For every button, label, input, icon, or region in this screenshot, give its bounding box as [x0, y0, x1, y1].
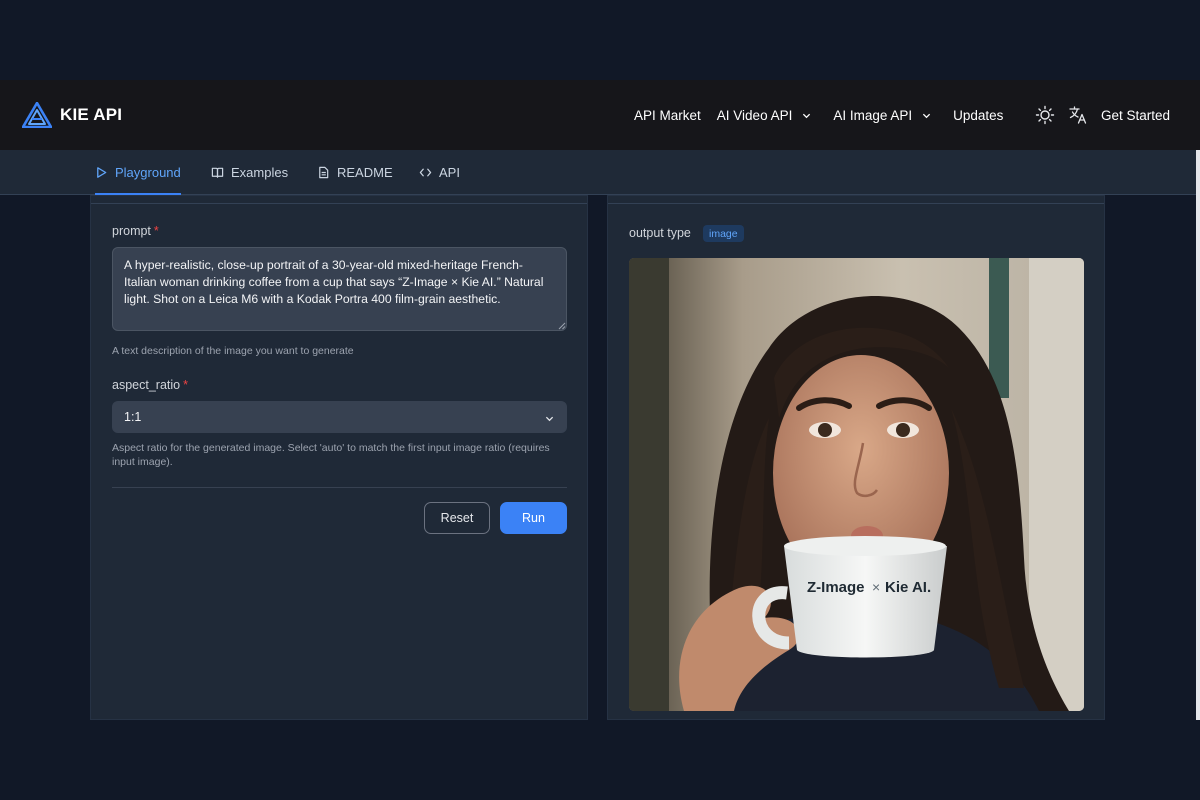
nav-link-ai-video-api[interactable]: AI Video API: [717, 108, 812, 123]
play-icon: [97, 167, 107, 178]
brand-name: KIE API: [60, 105, 123, 124]
tab-readme[interactable]: README: [317, 150, 393, 195]
aspect-ratio-select[interactable]: 1:1: [112, 401, 567, 433]
run-button[interactable]: Run: [500, 502, 567, 534]
nav-link-api-market[interactable]: API Market: [634, 108, 701, 123]
aspect-ratio-label-text: aspect_ratio: [112, 378, 181, 392]
top-navbar: KIE API API Market AI Video API AI Image…: [0, 80, 1200, 150]
file-icon: [319, 166, 329, 179]
playground-form-panel: prompt * A hyper-realistic, close-up port…: [90, 195, 588, 720]
tab-label: API: [439, 165, 460, 180]
chevron-down-icon: [923, 113, 931, 118]
nav-link-label: AI Video API: [716, 107, 793, 123]
nav-links: API Market AI Video API AI Image API Upd…: [634, 80, 1019, 150]
tab-examples[interactable]: Examples: [211, 150, 288, 195]
brand[interactable]: KIE API: [22, 80, 122, 150]
nav-link-updates[interactable]: Updates: [953, 108, 1003, 123]
tab-bar: Playground Examples README API: [0, 150, 1200, 195]
translate-icon[interactable]: [1068, 105, 1088, 125]
sun-icon[interactable]: [1035, 105, 1055, 125]
tab-label: README: [337, 165, 393, 180]
tab-label: Examples: [231, 165, 289, 180]
form-divider: [112, 487, 567, 488]
generated-image[interactable]: Z-Image × Kie AI.: [629, 258, 1084, 711]
code-icon: [419, 168, 432, 177]
required-mark: *: [153, 224, 159, 238]
required-mark: *: [183, 378, 188, 392]
kie-logo-icon: [22, 102, 52, 128]
chevron-down-icon: [803, 113, 811, 118]
nav-link-label: AI Image API: [833, 107, 913, 123]
get-started-button[interactable]: Get Started: [1101, 80, 1170, 150]
book-icon: [211, 167, 224, 178]
nav-link-label: API Market: [634, 107, 701, 123]
prompt-label-text: prompt: [112, 224, 151, 238]
cup-text-z-image: Z-Image: [807, 579, 865, 596]
cup-text-kie-ai: Kie AI.: [885, 579, 931, 596]
prompt-help-text: A text description of the image you want…: [112, 345, 354, 357]
panel-divider: [608, 203, 1104, 204]
aspect-ratio-value: 1:1: [124, 410, 142, 424]
aspect-ratio-help-text: Aspect ratio for the generated image. Se…: [112, 442, 550, 468]
reset-button[interactable]: Reset: [424, 502, 490, 534]
tab-api[interactable]: API: [419, 150, 460, 195]
nav-link-ai-image-api[interactable]: AI Image API: [833, 108, 931, 123]
window-edge: [1196, 150, 1200, 720]
output-type-badge: image: [703, 225, 744, 242]
prompt-textarea[interactable]: A hyper-realistic, close-up portrait of …: [112, 247, 567, 331]
aspect-ratio-label: aspect_ratio *: [112, 378, 188, 392]
prompt-label: prompt *: [112, 224, 159, 238]
output-type-label: output type: [629, 226, 691, 240]
tab-label: Playground: [115, 165, 181, 180]
cup-text-x: ×: [872, 579, 880, 595]
chevron-down-icon: [545, 416, 554, 422]
panel-divider: [91, 203, 587, 204]
nav-link-label: Updates: [953, 107, 1004, 123]
tab-playground[interactable]: Playground: [95, 150, 181, 195]
output-panel: output type image Z-Image × Kie AI.: [607, 195, 1105, 720]
generated-portrait-image: Z-Image × Kie AI.: [629, 258, 1084, 711]
